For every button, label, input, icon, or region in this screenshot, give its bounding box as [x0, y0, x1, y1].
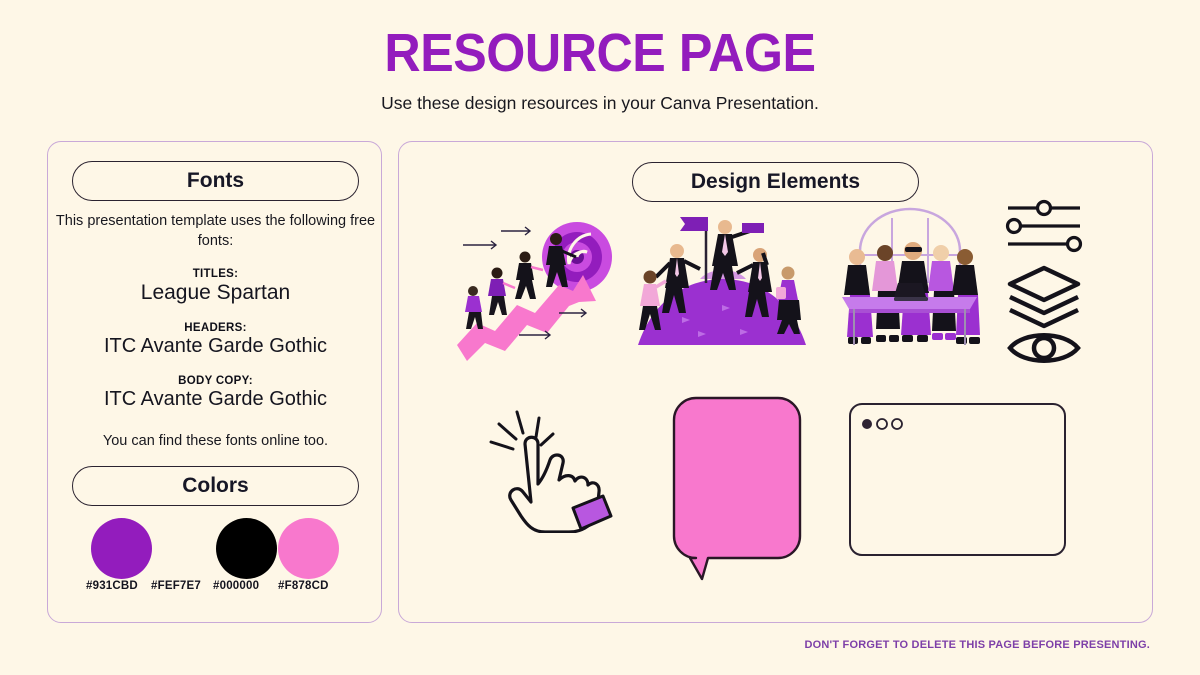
growth-arrow-illustration	[455, 205, 620, 365]
left-panel: Fonts This presentation template uses th…	[47, 141, 382, 623]
speech-bubble-shape	[672, 396, 802, 581]
click-hand-cursor-illustration	[487, 408, 622, 534]
colors-heading-label: Colors	[182, 474, 249, 497]
window-dot-close	[862, 419, 872, 429]
font-label-titles: TITLES:	[192, 268, 239, 281]
font-name-body-copy: ITC Avante Garde Gothic	[103, 388, 328, 411]
font-group-titles: TITLES: League Spartan	[48, 268, 383, 305]
icon-stack	[1004, 198, 1084, 366]
color-swatch-row	[48, 518, 383, 584]
color-hex-pink: #F878CD	[278, 580, 329, 592]
font-label-headers: HEADERS:	[184, 322, 247, 335]
fonts-section-heading: Fonts	[72, 161, 359, 201]
sliders-icon	[1005, 199, 1083, 253]
resource-page-slide: RESOURCE PAGE Use these design resources…	[0, 0, 1200, 675]
color-hex-cream: #FEF7E7	[151, 580, 201, 592]
fonts-body: This presentation template uses the foll…	[48, 212, 383, 449]
team-meeting-illustration	[832, 205, 987, 365]
font-label-body-copy: BODY COPY:	[178, 375, 253, 388]
font-group-body-copy: BODY COPY: ITC Avante Garde Gothic	[48, 375, 383, 411]
colors-section-heading: Colors	[72, 466, 359, 506]
eye-icon	[1007, 333, 1081, 363]
design-elements-heading: Design Elements	[632, 162, 919, 202]
layers-icon	[1007, 265, 1081, 329]
team-celebration-illustration	[630, 205, 815, 365]
font-group-headers: HEADERS: ITC Avante Garde Gothic	[48, 322, 383, 358]
delete-page-reminder: DON'T FORGET TO DELETE THIS PAGE BEFORE …	[804, 639, 1150, 651]
color-hex-black: #000000	[213, 580, 260, 592]
font-name-headers: ITC Avante Garde Gothic	[103, 335, 328, 358]
color-swatch-black	[216, 518, 277, 579]
color-swatch-pink	[278, 518, 339, 579]
fonts-intro-text: This presentation template uses the foll…	[55, 213, 376, 249]
fonts-heading-label: Fonts	[186, 169, 245, 192]
color-hex-purple: #931CBD	[86, 580, 138, 592]
window-dot-maximize	[891, 418, 903, 430]
font-name-titles: League Spartan	[140, 281, 291, 305]
color-hex-row: #931CBD #FEF7E7 #000000 #F878CD	[48, 580, 383, 600]
browser-window-mockup	[848, 402, 1067, 557]
page-subtitle: Use these design resources in your Canva…	[381, 93, 819, 113]
page-title: RESOURCE PAGE	[384, 23, 816, 83]
color-swatch-purple	[91, 518, 152, 579]
fonts-outro-text: You can find these fonts online too.	[102, 433, 329, 450]
window-dot-minimize	[876, 418, 888, 430]
design-elements-label: Design Elements	[690, 170, 861, 193]
